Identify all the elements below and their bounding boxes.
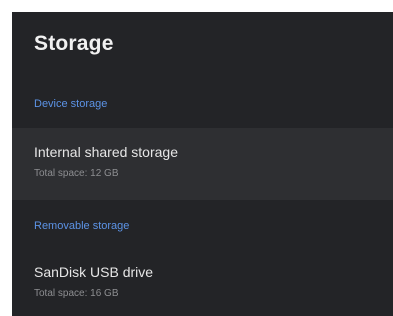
list-item-subtitle: Total space: 16 GB xyxy=(34,288,119,299)
page-title: Storage xyxy=(34,32,114,55)
list-item-internal-shared-storage[interactable]: Internal shared storage Total space: 12 … xyxy=(12,128,393,200)
list-item-sandisk-usb-drive[interactable]: SanDisk USB drive Total space: 16 GB xyxy=(12,248,393,316)
list-item-title: Internal shared storage xyxy=(34,144,178,160)
section-header-removable-storage: Removable storage xyxy=(34,220,130,232)
list-item-subtitle: Total space: 12 GB xyxy=(34,168,119,179)
section-header-device-storage: Device storage xyxy=(34,98,108,110)
list-item-title: SanDisk USB drive xyxy=(34,264,154,280)
storage-panel: Storage Device storage Internal shared s… xyxy=(12,12,393,316)
